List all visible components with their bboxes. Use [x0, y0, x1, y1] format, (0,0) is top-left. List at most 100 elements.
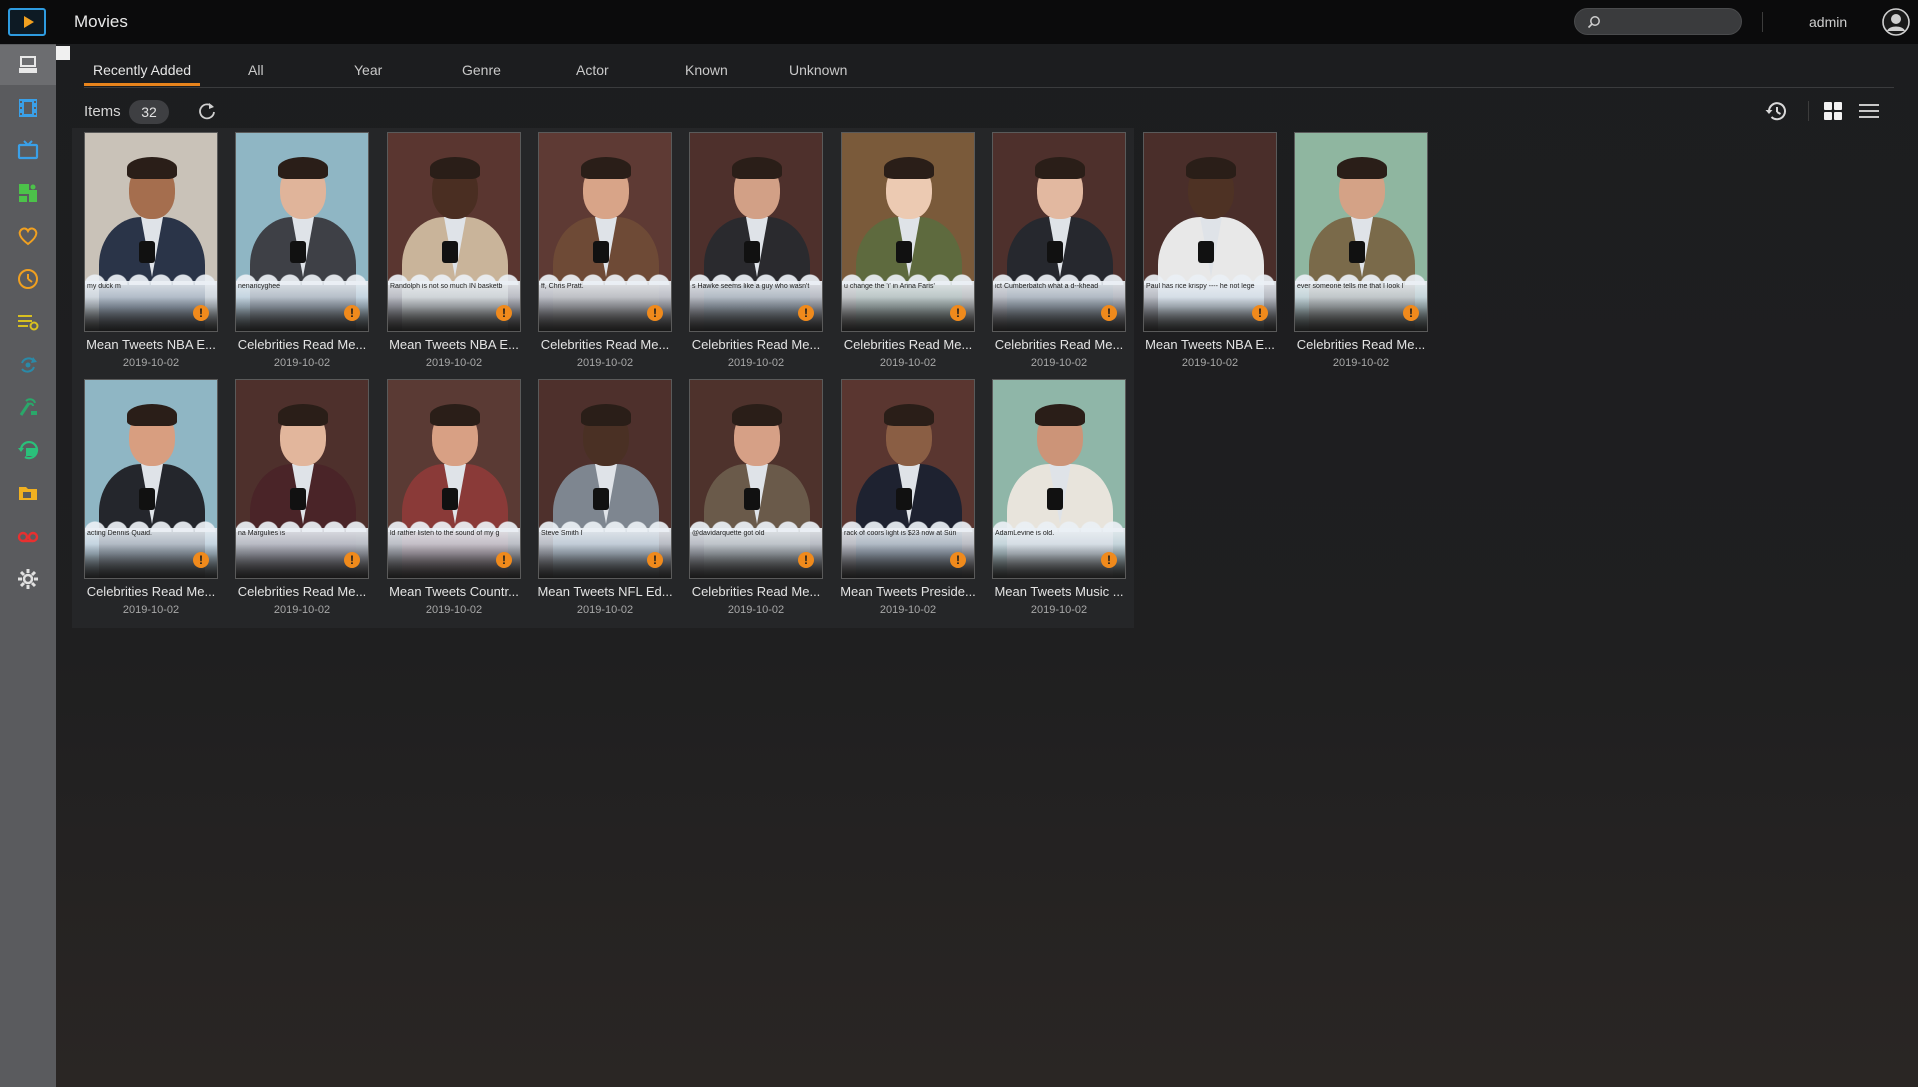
movie-title[interactable]: Mean Tweets NBA E...: [383, 337, 525, 352]
tab-known[interactable]: Known: [685, 62, 728, 78]
movie-title[interactable]: Celebrities Read Me...: [80, 584, 222, 599]
thumbnail-hair: [884, 404, 934, 426]
movie-title[interactable]: Mean Tweets Countr...: [383, 584, 525, 599]
sync-icon: [21, 356, 37, 373]
movie-title[interactable]: Mean Tweets NBA E...: [1139, 337, 1281, 352]
movie-thumbnail[interactable]: Steve Smith I !: [538, 379, 672, 579]
movie-date: 2019-10-02: [122, 357, 180, 369]
movie-title[interactable]: Mean Tweets Preside...: [837, 584, 979, 599]
list-view-icon[interactable]: [1858, 100, 1880, 122]
movie-thumbnail[interactable]: ict Cumberbatch what a d--khead !: [992, 132, 1126, 332]
movie-date: 2019-10-02: [1030, 357, 1088, 369]
gear-icon: [18, 568, 38, 589]
movie-thumbnail[interactable]: nenancyghee !: [235, 132, 369, 332]
tab-actor[interactable]: Actor: [576, 62, 609, 78]
movie-thumbnail[interactable]: s Hawke seems like a guy who wasn't !: [689, 132, 823, 332]
tweet-text: Steve Smith I: [541, 530, 583, 537]
tweet-text: ict Cumberbatch what a d--khead: [995, 283, 1099, 290]
toolbar-divider: [1808, 101, 1809, 121]
tweet-text: ld rather listen to the sound of my g: [390, 530, 500, 537]
thumbnail-phone: [290, 241, 306, 263]
movie-thumbnail[interactable]: ever someone tells me that I look l !: [1294, 132, 1428, 332]
warning-icon: !: [1101, 305, 1117, 321]
warning-icon: !: [798, 305, 814, 321]
movie-date: 2019-10-02: [1332, 357, 1390, 369]
user-name[interactable]: admin: [1809, 14, 1847, 30]
sidebar-item-music-video[interactable]: [0, 173, 56, 213]
thumbnail-phone: [442, 488, 458, 510]
thumbnail-hair: [278, 157, 328, 179]
warning-icon: !: [950, 305, 966, 321]
movie-thumbnail[interactable]: u change the 'i' in Anna Faris' !: [841, 132, 975, 332]
tab-unknown[interactable]: Unknown: [789, 62, 847, 78]
movie-date: 2019-10-02: [879, 604, 937, 616]
movie-thumbnail[interactable]: ff, Chris Pratt. !: [538, 132, 672, 332]
sidebar-item-tuner[interactable]: [0, 387, 56, 427]
thumbnail-phone: [442, 241, 458, 263]
music-video-icon: [19, 184, 37, 203]
warning-icon: !: [950, 552, 966, 568]
movie-title[interactable]: Mean Tweets NBA E...: [80, 337, 222, 352]
movie-date: 2019-10-02: [273, 357, 331, 369]
tab-genre[interactable]: Genre: [462, 62, 501, 78]
movie-title[interactable]: Celebrities Read Me...: [534, 337, 676, 352]
items-label: Items: [84, 103, 121, 120]
sidebar-item-folders[interactable]: [0, 473, 56, 513]
tab-all[interactable]: All: [248, 62, 264, 78]
search-input[interactable]: [1609, 12, 1735, 32]
movie-thumbnail[interactable]: rack of coors light is $23 now at Sun !: [841, 379, 975, 579]
film-icon: [19, 98, 37, 117]
warning-icon: !: [344, 552, 360, 568]
warning-icon: !: [344, 305, 360, 321]
playlist-icon: [18, 314, 39, 331]
movie-title[interactable]: Celebrities Read Me...: [837, 337, 979, 352]
sidebar-item-recent[interactable]: [0, 259, 56, 299]
tab-year[interactable]: Year: [354, 62, 382, 78]
sidebar-item-playlists[interactable]: [0, 302, 56, 342]
tv-icon: [17, 139, 39, 159]
movie-thumbnail[interactable]: acting Dennis Quaid. !: [84, 379, 218, 579]
movie-date: 2019-10-02: [122, 604, 180, 616]
sidebar-item-sync[interactable]: [0, 345, 56, 385]
movie-title[interactable]: Celebrities Read Me...: [231, 337, 373, 352]
sidebar-item-recordings[interactable]: [0, 516, 56, 556]
movie-thumbnail[interactable]: AdamLevine is old. !: [992, 379, 1126, 579]
movie-title[interactable]: Celebrities Read Me...: [988, 337, 1130, 352]
thumbnail-phone: [744, 241, 760, 263]
movie-title[interactable]: Celebrities Read Me...: [231, 584, 373, 599]
movie-title[interactable]: Celebrities Read Me...: [1290, 337, 1432, 352]
movie-title[interactable]: Mean Tweets Music ...: [988, 584, 1130, 599]
avatar-icon[interactable]: [1882, 8, 1910, 36]
sidebar-item-settings[interactable]: [0, 559, 56, 599]
thumbnail-phone: [896, 241, 912, 263]
thumbnail-hair: [581, 157, 631, 179]
warning-icon: !: [647, 552, 663, 568]
sidebar-item-movies[interactable]: [0, 88, 56, 128]
movie-thumbnail[interactable]: Paul has rice krispy ---- he not lege !: [1143, 132, 1277, 332]
movie-thumbnail[interactable]: @davidarquette got old !: [689, 379, 823, 579]
thumbnail-hair: [884, 157, 934, 179]
grid-view-icon[interactable]: [1822, 100, 1844, 122]
movie-title[interactable]: Celebrities Read Me...: [685, 337, 827, 352]
movie-date: 2019-10-02: [273, 604, 331, 616]
movie-thumbnail[interactable]: na Margulies is !: [235, 379, 369, 579]
thumbnail-phone: [290, 488, 306, 510]
sidebar-item-schedule[interactable]: [0, 430, 56, 470]
warning-icon: !: [496, 552, 512, 568]
movie-title[interactable]: Celebrities Read Me...: [685, 584, 827, 599]
movie-thumbnail[interactable]: ld rather listen to the sound of my g !: [387, 379, 521, 579]
movie-thumbnail[interactable]: my duck m !: [84, 132, 218, 332]
movie-title[interactable]: Mean Tweets NFL Ed...: [534, 584, 676, 599]
thumbnail-phone: [1047, 488, 1063, 510]
movie-thumbnail[interactable]: Randolph is not so much IN basketb !: [387, 132, 521, 332]
thumbnail-phone: [139, 488, 155, 510]
tuner-icon: [19, 398, 37, 417]
app-logo-icon[interactable]: [8, 8, 46, 36]
refresh-icon[interactable]: [197, 101, 217, 121]
search-box[interactable]: [1574, 8, 1742, 35]
sidebar-item-dashboard[interactable]: [0, 45, 56, 85]
history-icon[interactable]: [1764, 99, 1788, 123]
sidebar-item-tv[interactable]: [0, 131, 56, 171]
sidebar-item-favorites[interactable]: [0, 216, 56, 256]
tab-recently-added[interactable]: Recently Added: [93, 62, 191, 78]
